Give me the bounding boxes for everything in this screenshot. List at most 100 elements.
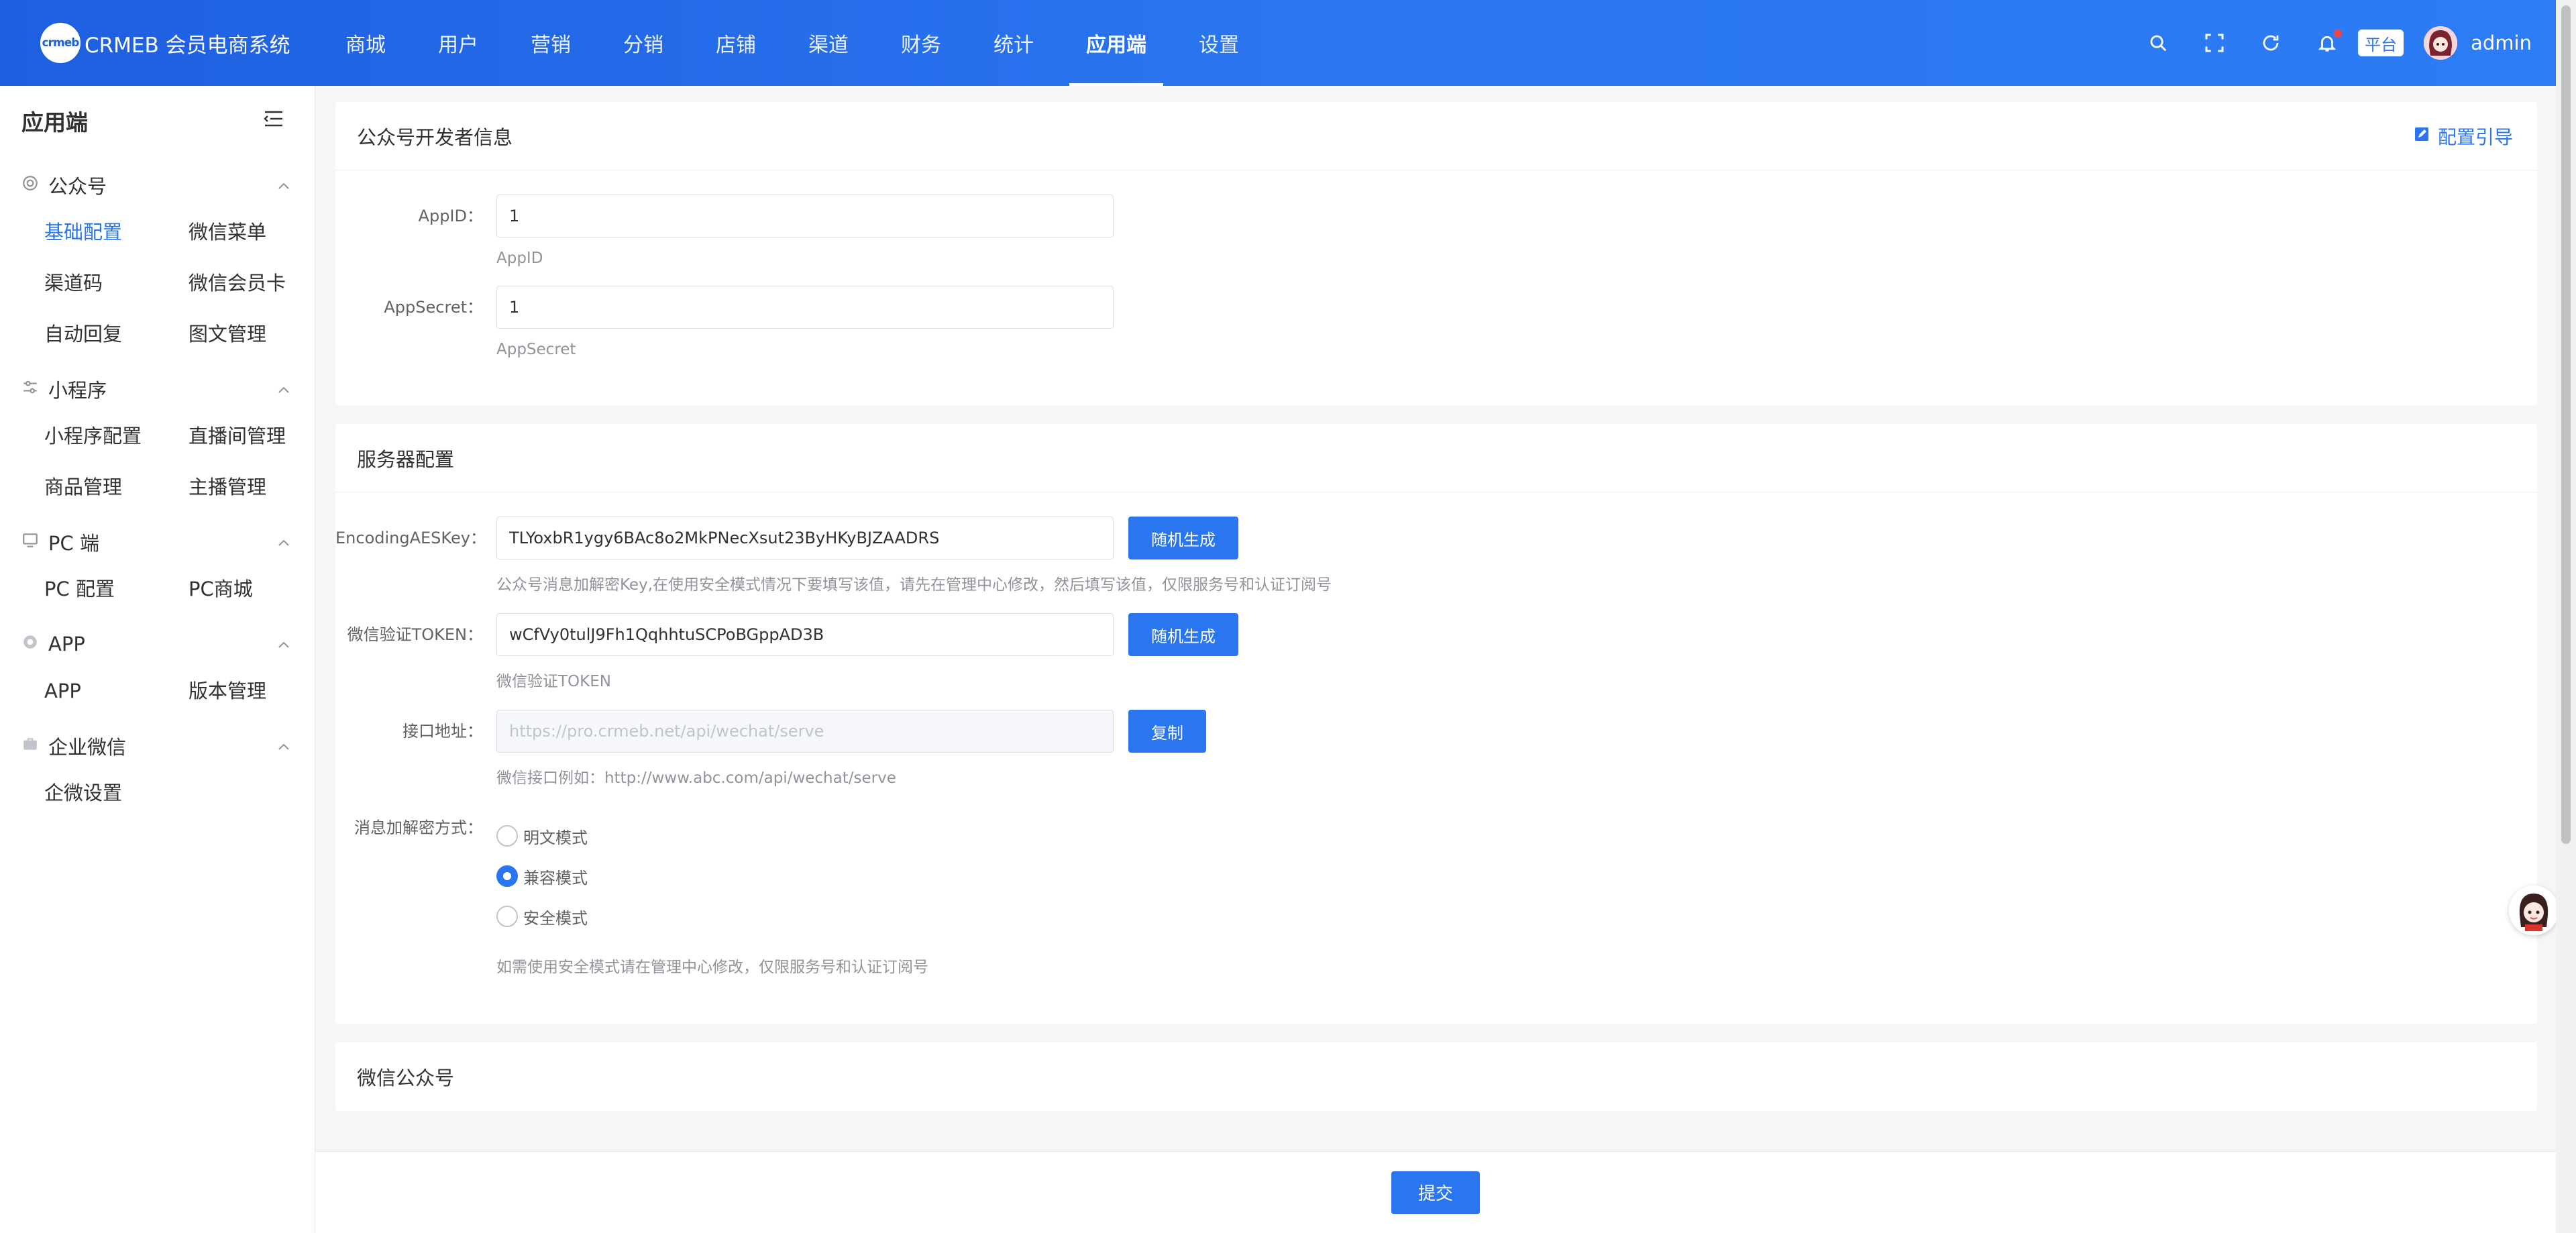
sidebar-group-wecom[interactable]: 企业微信: [0, 725, 315, 767]
sidebar-item-version-management[interactable]: 版本管理: [189, 665, 333, 716]
sidebar-item-pc-config[interactable]: PC 配置: [44, 564, 189, 614]
sidebar-item-pc-mall[interactable]: PC商城: [189, 564, 333, 614]
aeskey-row: EncodingAESKey： 随机生成 公众号消息加解密Key,在使用安全模式…: [335, 517, 2537, 594]
top-nav-item-users[interactable]: 用户: [421, 0, 495, 86]
top-nav-item-settings[interactable]: 设置: [1182, 0, 1256, 86]
submit-button[interactable]: 提交: [1391, 1171, 1480, 1214]
sidebar-group-label: 企业微信: [48, 736, 127, 759]
card-title: 公众号开发者信息: [357, 125, 513, 149]
config-guide-label: 配置引导: [2437, 125, 2513, 148]
search-icon[interactable]: [2130, 15, 2186, 71]
sidebar-item-goods-management[interactable]: 商品管理: [44, 462, 189, 513]
generate-aeskey-button[interactable]: 随机生成: [1128, 517, 1238, 559]
copy-endpoint-button[interactable]: 复制: [1128, 710, 1206, 753]
aeskey-input[interactable]: [496, 517, 1114, 559]
sidebar-group-app[interactable]: APP: [0, 623, 315, 665]
sidebar-title: 应用端: [21, 109, 88, 136]
generate-token-button[interactable]: 随机生成: [1128, 613, 1238, 656]
page-scrollbar[interactable]: [2556, 0, 2576, 1233]
chevron-up-icon: [277, 532, 290, 552]
top-nav-item-statistics[interactable]: 统计: [977, 0, 1051, 86]
sidebar-item-news-management[interactable]: 图文管理: [189, 309, 333, 360]
customer-service-avatar-icon[interactable]: [2509, 886, 2559, 935]
briefcase-icon: [21, 735, 39, 757]
radio-circle[interactable]: [496, 825, 518, 847]
appsecret-row: AppSecret： AppSecret: [335, 286, 2537, 358]
edit-icon: [2414, 125, 2430, 147]
main-content: 公众号开发者信息 配置引导 AppID： AppID AppSecret： Ap…: [335, 102, 2537, 1130]
radio-circle-selected[interactable]: [496, 865, 518, 887]
server-config-card: 服务器配置 EncodingAESKey： 随机生成 公众号消息加解密Key,在…: [335, 424, 2537, 1024]
chevron-up-icon: [277, 175, 290, 195]
sidebar-group-official-account[interactable]: 公众号: [0, 164, 315, 207]
top-nav-item-channel[interactable]: 渠道: [792, 0, 865, 86]
sidebar-group-label: PC 端: [48, 532, 99, 555]
top-header: crmeb CRMEB 会员电商系统 商城 用户 营销 分销 店铺 渠道 财务 …: [0, 0, 2556, 86]
sidebar-item-live-room[interactable]: 直播间管理: [189, 411, 333, 462]
developer-info-card: 公众号开发者信息 配置引导 AppID： AppID AppSecret： Ap…: [335, 102, 2537, 405]
top-nav-item-mall[interactable]: 商城: [329, 0, 402, 86]
user-avatar[interactable]: [2424, 26, 2458, 60]
radio-secure-mode[interactable]: 安全模式: [496, 896, 2537, 936]
sidebar: 应用端 公众号 基础配置 微信菜单 渠道码 微信会员卡 自动回复 图文管理 小程…: [0, 86, 315, 1233]
scrollbar-thumb[interactable]: [2561, 5, 2571, 844]
sidebar-item-app[interactable]: APP: [44, 665, 189, 716]
radio-compatible-mode[interactable]: 兼容模式: [496, 856, 2537, 896]
top-nav-item-finance[interactable]: 财务: [884, 0, 958, 86]
top-nav-item-store[interactable]: 店铺: [699, 0, 773, 86]
appsecret-input[interactable]: [496, 286, 1114, 329]
sidebar-group-label: 公众号: [48, 175, 107, 198]
brand-name: CRMEB 会员电商系统: [85, 33, 290, 58]
mini-program-icon: [21, 378, 39, 400]
endpoint-label: 接口地址：: [402, 722, 483, 741]
sidebar-item-wechat-menu[interactable]: 微信菜单: [189, 207, 333, 258]
sidebar-item-auto-reply[interactable]: 自动回复: [44, 309, 189, 360]
radio-label: 兼容模式: [523, 868, 588, 888]
chevron-up-icon: [277, 634, 290, 654]
wechat-official-card: 微信公众号: [335, 1042, 2537, 1111]
username[interactable]: admin: [2471, 32, 2532, 54]
wechat-official-icon: [21, 174, 39, 197]
card-title: 服务器配置: [357, 447, 455, 471]
card-title: 微信公众号: [357, 1067, 455, 1089]
endpoint-row: 接口地址： 复制 微信接口例如：http://www.abc.com/api/w…: [335, 710, 2537, 788]
token-input[interactable]: [496, 613, 1114, 656]
token-label: 微信验证TOKEN：: [347, 625, 483, 644]
sidebar-item-mini-config[interactable]: 小程序配置: [44, 411, 189, 462]
sidebar-group-pc[interactable]: PC 端: [0, 521, 315, 564]
sidebar-group-mini-program[interactable]: 小程序: [0, 368, 315, 411]
notification-bell-icon[interactable]: [2299, 15, 2355, 71]
refresh-icon[interactable]: [2243, 15, 2299, 71]
sidebar-item-basic-config[interactable]: 基础配置: [44, 207, 189, 258]
platform-badge[interactable]: 平台: [2358, 30, 2404, 56]
fullscreen-icon[interactable]: [2186, 15, 2243, 71]
sidebar-item-anchor-management[interactable]: 主播管理: [189, 462, 333, 513]
sidebar-item-channel-code[interactable]: 渠道码: [44, 258, 189, 309]
endpoint-input: [496, 710, 1114, 753]
app-icon: [21, 633, 39, 655]
collapse-menu-icon[interactable]: [262, 109, 284, 133]
chevron-up-icon: [277, 736, 290, 756]
top-nav-item-marketing[interactable]: 营销: [514, 0, 588, 86]
sidebar-item-wecom-settings[interactable]: 企微设置: [44, 767, 189, 818]
appid-label: AppID：: [418, 207, 483, 225]
header-actions: 平台 admin: [2130, 0, 2532, 86]
top-nav-item-distribution[interactable]: 分销: [606, 0, 680, 86]
appid-input[interactable]: [496, 195, 1114, 237]
top-nav: 商城 用户 营销 分销 店铺 渠道 财务 统计 应用端 设置: [329, 0, 1275, 86]
token-row: 微信验证TOKEN： 随机生成 微信验证TOKEN: [335, 613, 2537, 691]
appsecret-help: AppSecret: [496, 341, 576, 358]
radio-circle[interactable]: [496, 906, 518, 927]
appid-row: AppID： AppID: [335, 195, 2537, 267]
footer-bar: 提交: [315, 1151, 2556, 1233]
encrypt-mode-radio-group: 明文模式 兼容模式 安全模式: [496, 806, 2537, 936]
encrypt-mode-help: 如需使用安全模式请在管理中心修改，仅限服务号和认证订阅号: [496, 959, 928, 976]
brand-logo[interactable]: crmeb CRMEB 会员电商系统: [40, 23, 309, 63]
top-nav-item-app[interactable]: 应用端: [1069, 0, 1163, 86]
sidebar-item-member-card[interactable]: 微信会员卡: [189, 258, 333, 309]
radio-plaintext-mode[interactable]: 明文模式: [496, 816, 2537, 856]
encrypt-mode-label: 消息加解密方式：: [354, 818, 483, 837]
logo-mark: crmeb: [40, 23, 80, 63]
config-guide-link[interactable]: 配置引导: [2414, 123, 2513, 150]
endpoint-help: 微信接口例如：http://www.abc.com/api/wechat/ser…: [496, 769, 896, 787]
